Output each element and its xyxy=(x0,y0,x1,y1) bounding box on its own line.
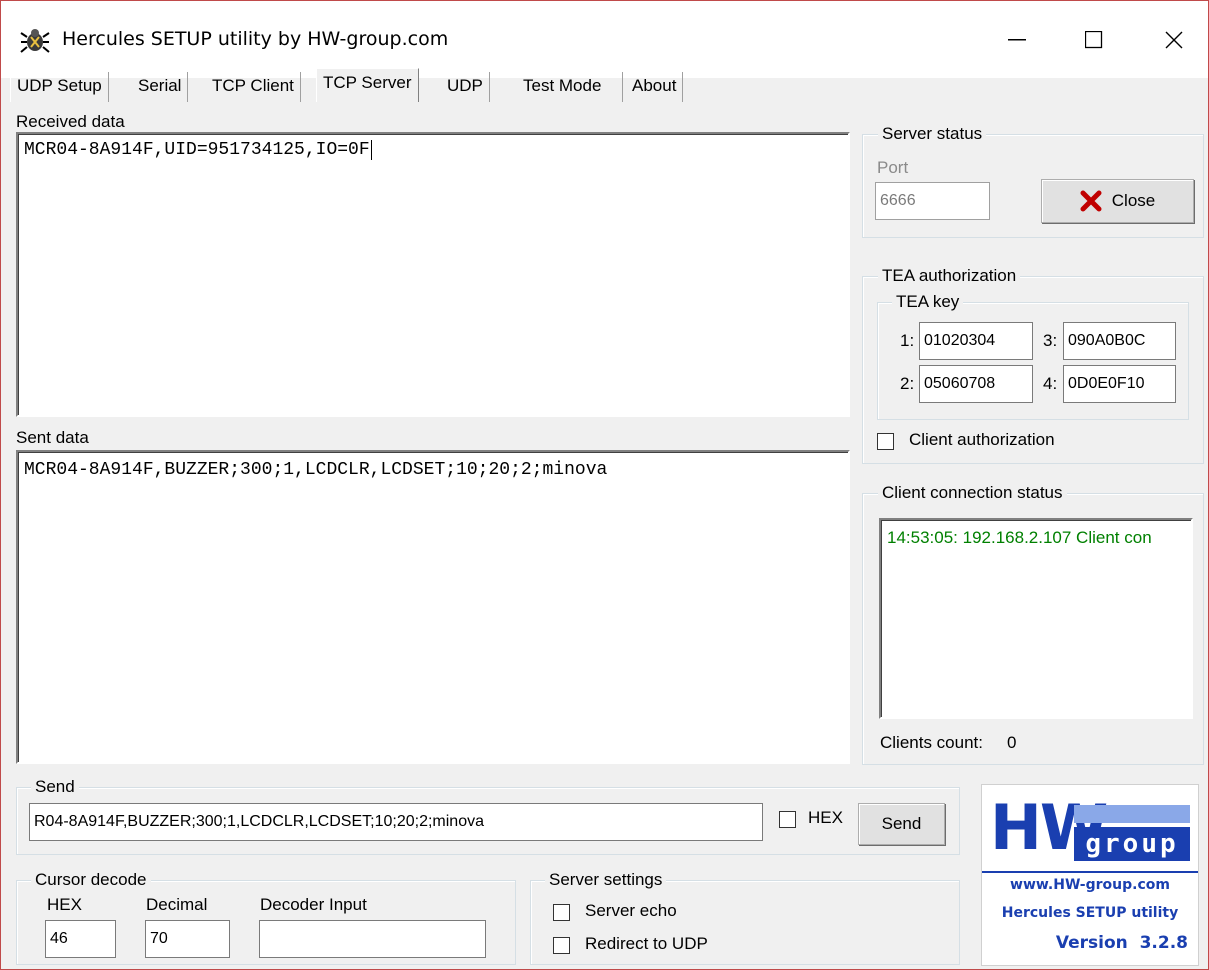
hw-logo-mark: HW group xyxy=(990,793,1190,865)
tab-test-mode[interactable]: Test Mode xyxy=(517,72,623,102)
tab-tcp-server[interactable]: TCP Server xyxy=(316,68,419,102)
tea-key-3-label: 3: xyxy=(1043,331,1058,350)
tab-serial[interactable]: Serial xyxy=(132,72,189,102)
logo-bar xyxy=(1074,805,1190,823)
tea-key-2-label: 2: xyxy=(900,374,915,393)
server-echo-label: Server echo xyxy=(585,901,677,920)
clients-count-label: Clients count: xyxy=(880,733,983,752)
close-server-label: Close xyxy=(1111,191,1156,210)
client-log-entry: 14:53:05: 192.168.2.107 Client con xyxy=(887,528,1152,547)
minimize-icon xyxy=(1008,39,1026,41)
hex-label: HEX xyxy=(808,808,843,827)
decoder-input-label: Decoder Input xyxy=(260,895,367,914)
send-title: Send xyxy=(31,777,79,797)
hex-checkbox[interactable] xyxy=(779,811,796,828)
close-icon xyxy=(1165,31,1183,49)
port-label: Port xyxy=(877,158,909,177)
sent-data-text: MCR04-8A914F,BUZZER;300;1,LCDCLR,LCDSET;… xyxy=(24,460,608,480)
app-bug-icon xyxy=(20,27,50,55)
clients-count-value: 0 xyxy=(1007,733,1017,752)
decoder-input-field[interactable] xyxy=(259,920,486,958)
logo-product: Hercules SETUP utility xyxy=(1001,905,1179,921)
tea-key-4-label: 4: xyxy=(1043,374,1058,393)
tab-about[interactable]: About xyxy=(626,72,684,102)
hw-group-logo: HW group www.HW-group.com Hercules SETUP… xyxy=(981,784,1199,966)
tea-key-3-field[interactable]: 090A0B0C xyxy=(1063,322,1176,360)
cursor-decimal-field[interactable]: 70 xyxy=(145,920,230,958)
client-connection-log[interactable]: 14:53:05: 192.168.2.107 Client con xyxy=(879,518,1193,719)
client-authorization-checkbox[interactable] xyxy=(877,433,894,450)
cursor-decimal-label: Decimal xyxy=(146,895,208,914)
minimize-button[interactable] xyxy=(985,18,1049,62)
send-input[interactable]: R04-8A914F,BUZZER;300;1,LCDCLR,LCDSET;10… xyxy=(29,803,763,841)
sent-data-textarea[interactable]: MCR04-8A914F,BUZZER;300;1,LCDCLR,LCDSET;… xyxy=(16,450,850,764)
tea-key-title: TEA key xyxy=(892,292,964,312)
received-data-label: Received data xyxy=(16,112,125,131)
logo-divider xyxy=(982,871,1198,873)
tea-key-2-field[interactable]: 05060708 xyxy=(919,365,1033,403)
close-x-icon xyxy=(1080,190,1102,212)
server-settings-title: Server settings xyxy=(545,870,667,890)
received-data-textarea[interactable]: MCR04-8A914F,UID=951734125,IO=0F​ xyxy=(16,132,850,417)
client-connection-title: Client connection status xyxy=(878,483,1067,503)
close-server-button[interactable]: Close xyxy=(1041,179,1194,223)
server-echo-checkbox[interactable] xyxy=(553,904,570,921)
redirect-udp-checkbox[interactable] xyxy=(553,937,570,954)
cursor-decode-title: Cursor decode xyxy=(31,870,151,890)
tea-key-1-label: 1: xyxy=(900,331,915,350)
group-word: group xyxy=(1074,827,1190,861)
redirect-udp-label: Redirect to UDP xyxy=(585,934,708,953)
cursor-hex-label: HEX xyxy=(47,895,82,914)
tea-key-1-field[interactable]: 01020304 xyxy=(919,322,1033,360)
close-window-button[interactable] xyxy=(1142,18,1206,62)
client-authorization-label: Client authorization xyxy=(909,430,1055,449)
port-field[interactable]: 6666 xyxy=(875,182,990,220)
received-data-text: MCR04-8A914F,UID=951734125,IO=0F xyxy=(24,140,370,160)
tab-udp-setup[interactable]: UDP Setup xyxy=(10,72,109,102)
text-cursor: ​ xyxy=(370,140,372,160)
send-button[interactable]: Send xyxy=(858,803,945,845)
maximize-icon xyxy=(1085,31,1103,49)
tab-tcp-client[interactable]: TCP Client xyxy=(206,72,301,102)
maximize-button[interactable] xyxy=(1062,18,1126,62)
sent-data-label: Sent data xyxy=(16,428,89,447)
logo-url: www.HW-group.com xyxy=(1010,877,1170,893)
window-title: Hercules SETUP utility by HW-group.com xyxy=(62,28,449,50)
tea-authorization-title: TEA authorization xyxy=(878,266,1021,286)
logo-version: Version 3.2.8 xyxy=(1055,933,1188,953)
tab-udp[interactable]: UDP xyxy=(441,72,490,102)
cursor-hex-field[interactable]: 46 xyxy=(45,920,116,958)
server-status-title: Server status xyxy=(878,124,987,144)
tea-key-4-field[interactable]: 0D0E0F10 xyxy=(1063,365,1176,403)
